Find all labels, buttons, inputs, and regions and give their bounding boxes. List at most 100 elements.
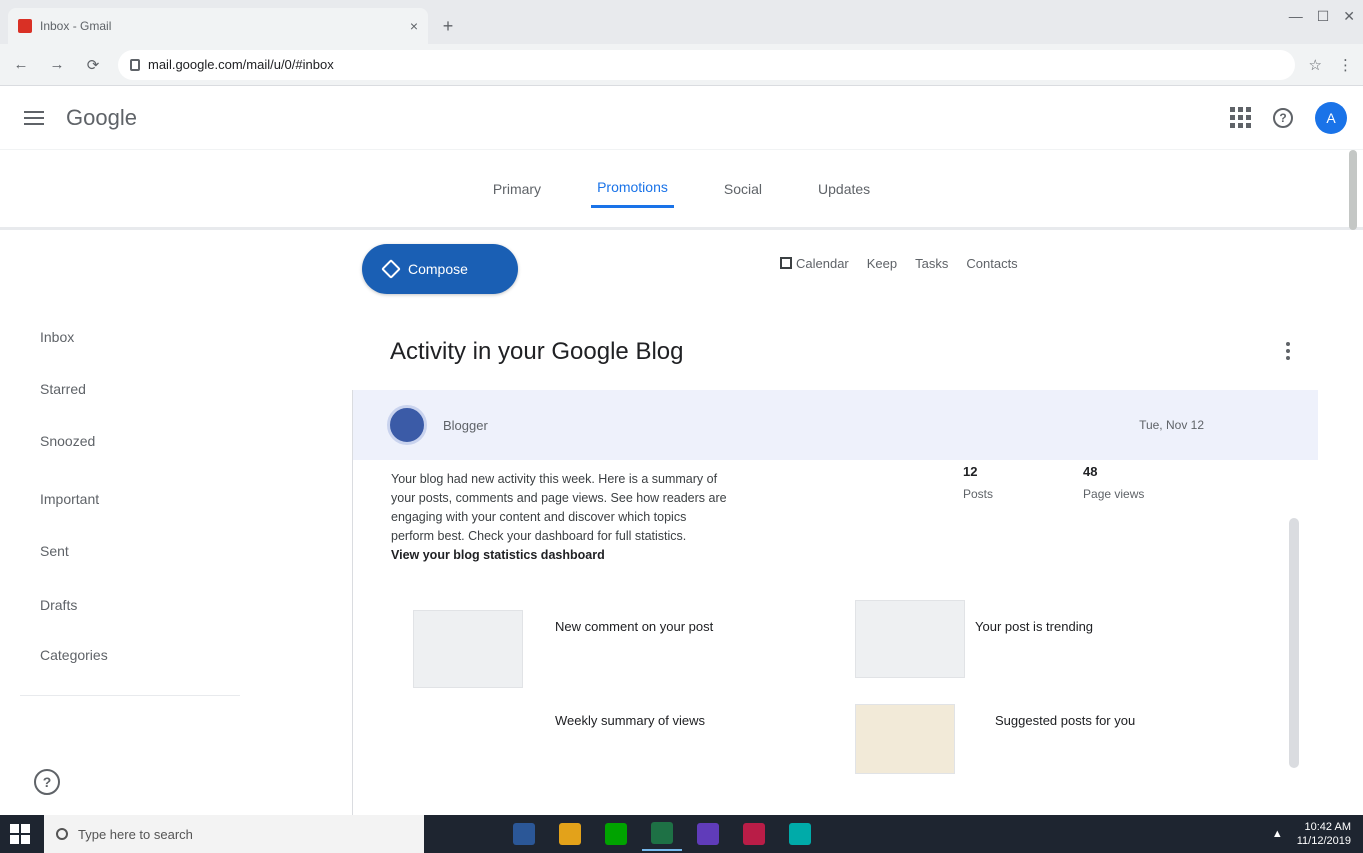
windows-start-icon[interactable] bbox=[0, 815, 40, 853]
taskbar-app[interactable] bbox=[504, 817, 544, 851]
lock-icon bbox=[130, 58, 140, 71]
card-title[interactable]: Your post is trending bbox=[975, 618, 1155, 635]
card-title[interactable]: New comment on your post bbox=[555, 618, 735, 635]
keep-link[interactable]: Keep bbox=[867, 256, 897, 271]
tab-promotions[interactable]: Promotions bbox=[591, 169, 674, 208]
stat-page-views: 48 Page views bbox=[1083, 464, 1144, 501]
system-tray: ▲ 10:42 AM 11/12/2019 bbox=[1272, 820, 1363, 848]
card-thumbnail[interactable] bbox=[855, 600, 965, 678]
header-right: ? A bbox=[1230, 101, 1347, 134]
contacts-link[interactable]: Contacts bbox=[966, 256, 1017, 271]
browser-tab[interactable]: Inbox - Gmail × bbox=[8, 8, 428, 44]
sender-name: Blogger bbox=[443, 417, 488, 433]
new-tab-button[interactable]: + bbox=[434, 12, 462, 40]
bookmark-star-icon[interactable]: ☆ bbox=[1309, 56, 1322, 74]
sidebar-item-starred[interactable]: Starred bbox=[40, 381, 240, 405]
forward-icon[interactable]: → bbox=[46, 54, 68, 76]
maximize-icon[interactable]: ☐ bbox=[1317, 8, 1330, 25]
sender-avatar[interactable] bbox=[387, 405, 427, 445]
stat-label: Posts bbox=[963, 487, 994, 501]
taskbar-app-chrome[interactable] bbox=[642, 817, 682, 851]
sidebar-item-snoozed[interactable]: Snoozed bbox=[40, 433, 240, 457]
action-links: Calendar Keep Tasks Contacts bbox=[780, 256, 1018, 271]
message-panel: Blogger Tue, Nov 12 Your blog had new ac… bbox=[352, 390, 1318, 815]
message-title: Activity in your Google Blog bbox=[390, 338, 684, 365]
address-bar[interactable]: mail.google.com/mail/u/0/#inbox bbox=[118, 49, 1295, 80]
clock-date: 11/12/2019 bbox=[1296, 835, 1351, 847]
support-icon[interactable]: ? bbox=[34, 769, 60, 795]
sidebar-divider bbox=[20, 695, 240, 696]
body-line: engaging with your content and discover … bbox=[391, 510, 687, 524]
app-icon bbox=[789, 823, 811, 845]
taskbar-app[interactable] bbox=[780, 817, 820, 851]
app-icon bbox=[743, 823, 765, 845]
card-grid: New comment on your post Your post is tr… bbox=[403, 600, 1223, 800]
app-icon bbox=[513, 823, 535, 845]
tab-social[interactable]: Social bbox=[718, 171, 768, 207]
left-sidebar: Inbox Starred Snoozed Important Sent Dra… bbox=[0, 233, 330, 815]
sidebar-item-drafts[interactable]: Drafts bbox=[40, 597, 240, 621]
network-icon[interactable]: ▲ bbox=[1272, 828, 1283, 840]
app-icon bbox=[559, 823, 581, 845]
taskbar-apps bbox=[504, 815, 820, 853]
chrome-icon bbox=[651, 822, 673, 844]
sidebar-item-categories[interactable]: Categories bbox=[40, 647, 240, 671]
clock-time: 10:42 AM bbox=[1304, 821, 1351, 833]
stat-label: Page views bbox=[1083, 487, 1145, 501]
close-window-icon[interactable]: ✕ bbox=[1343, 8, 1355, 25]
tasks-link[interactable]: Tasks bbox=[915, 256, 948, 271]
calendar-icon bbox=[780, 257, 792, 269]
tab-close-icon[interactable]: × bbox=[410, 18, 418, 34]
browser-toolbar: ← → ⟳ mail.google.com/mail/u/0/#inbox ☆ … bbox=[0, 44, 1363, 86]
taskbar-search[interactable]: Type here to search bbox=[44, 815, 424, 853]
taskbar: Type here to search ▲ 10:42 AM 11/12/201… bbox=[0, 815, 1363, 853]
window-controls: — ☐ ✕ bbox=[1289, 8, 1355, 25]
card-title[interactable]: Suggested posts for you bbox=[995, 712, 1175, 729]
card-title[interactable]: Weekly summary of views bbox=[555, 712, 735, 729]
search-icon bbox=[56, 828, 68, 840]
body-line: perform best. Check your dashboard for f… bbox=[391, 529, 687, 543]
stat-number: 48 bbox=[1083, 464, 1098, 479]
main-menu-icon[interactable] bbox=[16, 100, 52, 136]
taskbar-search-placeholder: Type here to search bbox=[78, 826, 193, 842]
tab-primary[interactable]: Primary bbox=[487, 171, 547, 207]
help-icon[interactable]: ? bbox=[1273, 107, 1293, 128]
dashboard-link[interactable]: View your blog statistics dashboard bbox=[391, 546, 911, 565]
toolbar-right: ☆ ⋮ bbox=[1309, 56, 1353, 74]
sidebar-item-important[interactable]: Important bbox=[40, 491, 240, 515]
reload-icon[interactable]: ⟳ bbox=[82, 54, 104, 76]
stat-number: 12 bbox=[963, 464, 978, 479]
back-icon[interactable]: ← bbox=[10, 54, 32, 76]
taskbar-app[interactable] bbox=[550, 817, 590, 851]
compose-button[interactable]: Compose bbox=[362, 244, 518, 294]
card-thumbnail[interactable] bbox=[855, 704, 955, 774]
clock[interactable]: 10:42 AM 11/12/2019 bbox=[1297, 820, 1351, 848]
stats-block: 12 Posts 48 Page views bbox=[963, 464, 1144, 501]
message-header: Activity in your Google Blog bbox=[390, 338, 1290, 366]
minimize-icon[interactable]: — bbox=[1289, 8, 1303, 25]
sidebar-item-sent[interactable]: Sent bbox=[40, 543, 240, 567]
sidebar-item-inbox[interactable]: Inbox bbox=[40, 329, 240, 353]
app-icon bbox=[697, 823, 719, 845]
browser-tab-strip: Inbox - Gmail × + bbox=[0, 0, 1363, 44]
app-icon bbox=[605, 823, 627, 845]
account-avatar[interactable]: A bbox=[1315, 101, 1347, 134]
message-scrollbar[interactable] bbox=[1289, 518, 1299, 768]
taskbar-app[interactable] bbox=[596, 817, 636, 851]
page-scrollbar[interactable] bbox=[1349, 150, 1357, 230]
tab-updates[interactable]: Updates bbox=[812, 171, 876, 207]
taskbar-app[interactable] bbox=[688, 817, 728, 851]
stat-posts: 12 Posts bbox=[963, 464, 993, 501]
browser-menu-icon[interactable]: ⋮ bbox=[1338, 56, 1353, 74]
calendar-link[interactable]: Calendar bbox=[780, 256, 849, 271]
taskbar-app[interactable] bbox=[734, 817, 774, 851]
pencil-icon bbox=[381, 259, 401, 279]
gmail-logo[interactable]: Google bbox=[66, 105, 137, 131]
more-options-icon[interactable] bbox=[1286, 342, 1290, 360]
category-tabs: Primary Promotions Social Updates bbox=[0, 150, 1363, 230]
compose-label: Compose bbox=[408, 261, 468, 277]
gmail-header: Google ? A bbox=[0, 86, 1363, 150]
card-thumbnail[interactable] bbox=[413, 610, 523, 688]
message-body: Your blog had new activity this week. He… bbox=[391, 470, 911, 565]
google-apps-icon[interactable] bbox=[1230, 107, 1251, 128]
